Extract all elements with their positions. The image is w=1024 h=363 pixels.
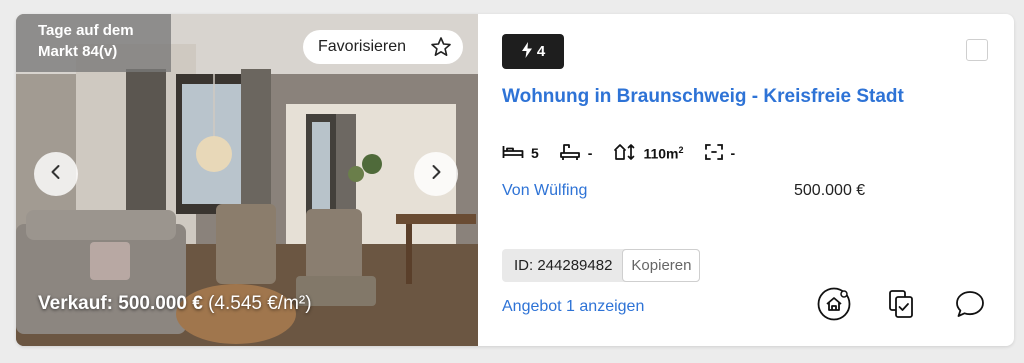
copy-check-button[interactable] xyxy=(884,288,920,324)
bathrooms-value: - xyxy=(587,145,593,161)
favorite-button[interactable]: Favorisieren xyxy=(303,30,463,64)
chevron-right-icon xyxy=(427,163,445,186)
chevron-left-icon xyxy=(47,163,65,186)
listing-info: 4 Wohnung in Braunschweig - Kreisfreie S… xyxy=(478,14,1014,346)
area-icon xyxy=(612,142,636,165)
listing-title[interactable]: Wohnung in Braunschweig - Kreisfreie Sta… xyxy=(502,86,904,108)
bath-icon xyxy=(559,142,581,165)
lead-badge: 4 xyxy=(502,34,564,69)
agent-link[interactable]: Von Wülfing xyxy=(502,182,587,200)
area-number: 110m xyxy=(643,145,679,162)
listing-id: ID: 244289482 xyxy=(514,257,613,274)
listing-card[interactable]: Tage auf dem Markt 84(v) Favorisieren Ve… xyxy=(16,14,1014,346)
select-checkbox[interactable] xyxy=(966,39,988,61)
bathrooms-feature: - xyxy=(559,142,593,165)
bolt-icon xyxy=(521,41,533,62)
home-search-icon xyxy=(817,287,851,326)
previous-photo-button[interactable] xyxy=(34,152,78,196)
price-main: Verkauf: 500.000 € xyxy=(38,293,203,314)
next-photo-button[interactable] xyxy=(414,152,458,196)
bed-icon xyxy=(502,144,524,163)
bedrooms-feature: 5 xyxy=(502,144,539,163)
listing-id-box: ID: 244289482 Kopieren xyxy=(502,249,701,282)
badge-count: 4 xyxy=(536,43,546,60)
area-value: 110m2 xyxy=(643,145,683,162)
listing-price: 500.000 € xyxy=(794,182,866,199)
days-on-market: Tage auf dem Markt 84(v) xyxy=(16,14,171,72)
area-feature: 110m2 xyxy=(612,142,684,165)
photo-price: Verkauf: 500.000 € (4.545 €/m²) xyxy=(38,293,312,315)
listing-photo[interactable]: Tage auf dem Markt 84(v) Favorisieren Ve… xyxy=(16,14,478,346)
area-unit-exponent: 2 xyxy=(678,144,684,155)
copy-check-icon xyxy=(887,288,917,325)
chat-button[interactable] xyxy=(952,288,988,324)
plot-value: - xyxy=(730,145,736,161)
home-search-button[interactable] xyxy=(816,287,852,326)
favorite-label: Favorisieren xyxy=(318,38,407,55)
bedrooms-value: 5 xyxy=(531,145,539,161)
copy-id-button[interactable]: Kopieren xyxy=(622,249,701,282)
feature-row: 5 - 110m2 - xyxy=(502,141,755,165)
plot-icon xyxy=(704,143,724,164)
plot-feature: - xyxy=(704,143,736,164)
chat-icon xyxy=(954,289,986,324)
price-per-sqm: (4.545 €/m²) xyxy=(208,293,312,314)
star-icon xyxy=(429,35,453,64)
show-offer-link[interactable]: Angebot 1 anzeigen xyxy=(502,298,644,316)
